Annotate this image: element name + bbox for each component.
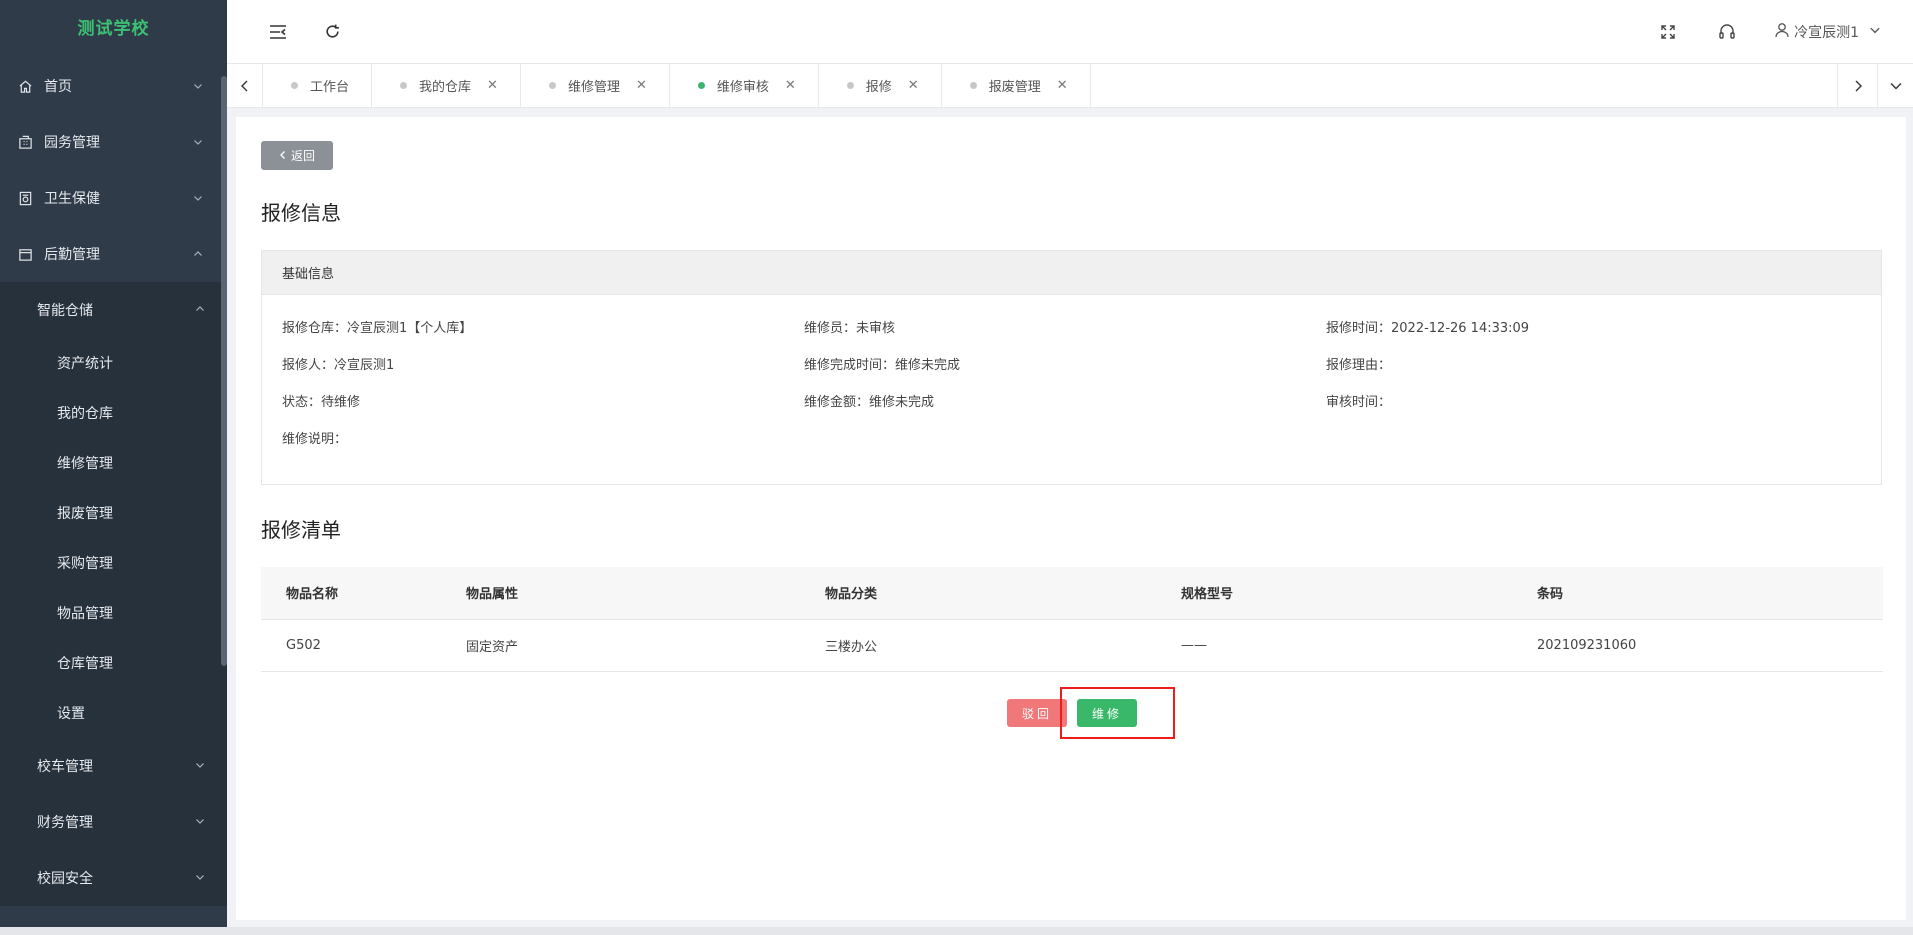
cell-category: 三楼办公 xyxy=(800,619,1156,672)
sidebar-item-campus-security[interactable]: 校园安全 xyxy=(0,850,227,906)
chevron-down-icon xyxy=(195,870,205,886)
cell-barcode: 202109231060 xyxy=(1512,619,1883,672)
col-header-attribute: 物品属性 xyxy=(441,567,800,620)
tab-dot-icon xyxy=(291,82,298,89)
back-button[interactable]: 返回 xyxy=(261,141,333,170)
cell-attribute: 固定资产 xyxy=(441,619,800,672)
chevron-down-icon xyxy=(195,758,205,774)
sidebar-item-school-bus[interactable]: 校车管理 xyxy=(0,738,227,794)
close-icon[interactable]: ✕ xyxy=(1057,78,1068,93)
logistics-submenu: 智能仓储 资产统计 我的仓库 维修管理 报废管理 采购管理 物品管理 仓库管理 … xyxy=(0,282,227,906)
tab-report-repair[interactable]: 报修 ✕ xyxy=(819,64,942,107)
field-repairer: 维修员：未审核 xyxy=(804,321,896,336)
field-reporter: 报修人：冷宣辰测1 xyxy=(282,358,395,373)
sidebar-item-goods-management[interactable]: 物品管理 xyxy=(0,588,227,638)
repair-button[interactable]: 维修 xyxy=(1077,699,1137,727)
basic-info-title: 基础信息 xyxy=(262,251,1881,295)
field-report-time: 报修时间：2022-12-26 14:33:09 xyxy=(1326,321,1530,336)
user-icon xyxy=(1774,22,1790,42)
repair-list-table: 物品名称 物品属性 物品分类 规格型号 条码 G502 固定资产 三楼办公 ——… xyxy=(261,567,1883,672)
field-warehouse: 报修仓库：冷宣辰测1【个人库】 xyxy=(282,321,473,336)
chevron-left-icon xyxy=(279,149,287,163)
main-content: 返回 报修信息 基础信息 报修仓库：冷宣辰测1【个人库】 维修员：未审核 报修时… xyxy=(236,117,1906,920)
col-header-spec: 规格型号 xyxy=(1156,567,1512,620)
col-header-barcode: 条码 xyxy=(1512,567,1883,620)
tab-workbench[interactable]: 工作台 xyxy=(263,64,373,107)
col-header-name: 物品名称 xyxy=(261,567,441,620)
fullscreen-icon[interactable] xyxy=(1656,20,1680,44)
close-icon[interactable]: ✕ xyxy=(785,78,796,93)
chevron-up-icon xyxy=(195,302,205,318)
tab-repair-management[interactable]: 维修管理 ✕ xyxy=(521,64,670,107)
sidebar-item-repair-management[interactable]: 维修管理 xyxy=(0,438,227,488)
basic-info-panel: 基础信息 报修仓库：冷宣辰测1【个人库】 维修员：未审核 报修时间：2022-1… xyxy=(261,250,1882,485)
field-finish-time: 维修完成时间：维修未完成 xyxy=(804,358,961,373)
tab-scroll-left-button[interactable] xyxy=(227,64,263,107)
col-header-category: 物品分类 xyxy=(800,567,1156,620)
home-icon xyxy=(16,77,34,95)
school-logo: 测试学校 xyxy=(77,18,150,39)
chevron-down-icon xyxy=(1890,82,1901,89)
field-status: 状态：待维修 xyxy=(282,395,361,410)
sidebar-item-asset-stats[interactable]: 资产统计 xyxy=(0,338,227,388)
sidebar-item-smart-storage[interactable]: 智能仓储 xyxy=(0,282,227,338)
tab-scrap-management[interactable]: 报废管理 ✕ xyxy=(942,64,1091,107)
table-row: G502 固定资产 三楼办公 —— 202109231060 xyxy=(261,619,1883,672)
user-name: 冷宣辰测1 xyxy=(1794,24,1859,41)
building-icon xyxy=(16,133,34,151)
logistics-icon xyxy=(16,245,34,263)
tab-dot-icon xyxy=(697,82,705,89)
repair-list-title: 报修清单 xyxy=(261,518,341,542)
sidebar-item-health[interactable]: 卫生保健 xyxy=(0,170,227,226)
user-menu[interactable]: 冷宣辰测1 xyxy=(1774,22,1881,42)
chevron-left-icon xyxy=(240,80,247,91)
chevron-down-icon xyxy=(191,135,205,149)
headset-icon[interactable] xyxy=(1715,20,1739,44)
field-description: 维修说明： xyxy=(282,432,348,447)
chevron-down-icon xyxy=(191,191,205,205)
close-icon[interactable]: ✕ xyxy=(908,78,919,93)
reject-button[interactable]: 驳回 xyxy=(1007,699,1067,727)
sidebar-menu: 首页 园务管理 卫生保健 后勤管理 xyxy=(0,58,227,282)
sidebar-item-home[interactable]: 首页 xyxy=(0,58,227,114)
sidebar-item-logistics[interactable]: 后勤管理 xyxy=(0,226,227,282)
menu-collapse-icon[interactable] xyxy=(266,20,290,44)
tab-dot-icon xyxy=(969,82,977,89)
chevron-down-icon xyxy=(195,814,205,830)
sidebar: 测试学校 首页 园务管理 卫生保健 后勤管理 智能仓储 资产统计 我的仓库 维修… xyxy=(0,0,227,935)
tab-bar: 工作台 我的仓库 ✕ 维修管理 ✕ 维修审核 ✕ 报修 ✕ 报废管理 ✕ xyxy=(227,64,1913,108)
close-icon[interactable]: ✕ xyxy=(487,78,498,93)
field-audit-time: 审核时间： xyxy=(1326,395,1392,410)
top-header: 冷宣辰测1 xyxy=(227,0,1913,64)
sidebar-item-my-warehouse[interactable]: 我的仓库 xyxy=(0,388,227,438)
tab-repair-audit[interactable]: 维修审核 ✕ xyxy=(670,64,819,107)
sidebar-item-purchase-management[interactable]: 采购管理 xyxy=(0,538,227,588)
table-header-row: 物品名称 物品属性 物品分类 规格型号 条码 xyxy=(261,567,1883,620)
field-reason: 报修理由： xyxy=(1326,358,1392,373)
chevron-right-icon xyxy=(1855,80,1862,91)
tab-my-warehouse[interactable]: 我的仓库 ✕ xyxy=(372,64,521,107)
chevron-up-icon xyxy=(191,247,205,261)
field-amount: 维修金额：维修未完成 xyxy=(804,395,935,410)
sidebar-item-scrap-management[interactable]: 报废管理 xyxy=(0,488,227,538)
chevron-down-icon xyxy=(1869,24,1881,40)
tab-more-button[interactable] xyxy=(1877,64,1913,107)
chevron-down-icon xyxy=(191,79,205,93)
close-icon[interactable]: ✕ xyxy=(636,78,647,93)
sidebar-item-campus-affairs[interactable]: 园务管理 xyxy=(0,114,227,170)
sidebar-item-finance[interactable]: 财务管理 xyxy=(0,794,227,850)
sidebar-item-settings[interactable]: 设置 xyxy=(0,688,227,738)
tab-dot-icon xyxy=(400,82,408,89)
cell-spec: —— xyxy=(1156,619,1512,672)
tab-dot-icon xyxy=(846,82,854,89)
refresh-icon[interactable] xyxy=(320,20,344,44)
bottom-scrollbar[interactable] xyxy=(0,927,1913,935)
repair-info-title: 报修信息 xyxy=(261,201,341,225)
sidebar-item-warehouse-management[interactable]: 仓库管理 xyxy=(0,638,227,688)
tab-dot-icon xyxy=(548,82,556,89)
health-icon xyxy=(16,189,34,207)
cell-name: G502 xyxy=(261,619,441,672)
tab-scroll-right-button[interactable] xyxy=(1837,64,1877,107)
